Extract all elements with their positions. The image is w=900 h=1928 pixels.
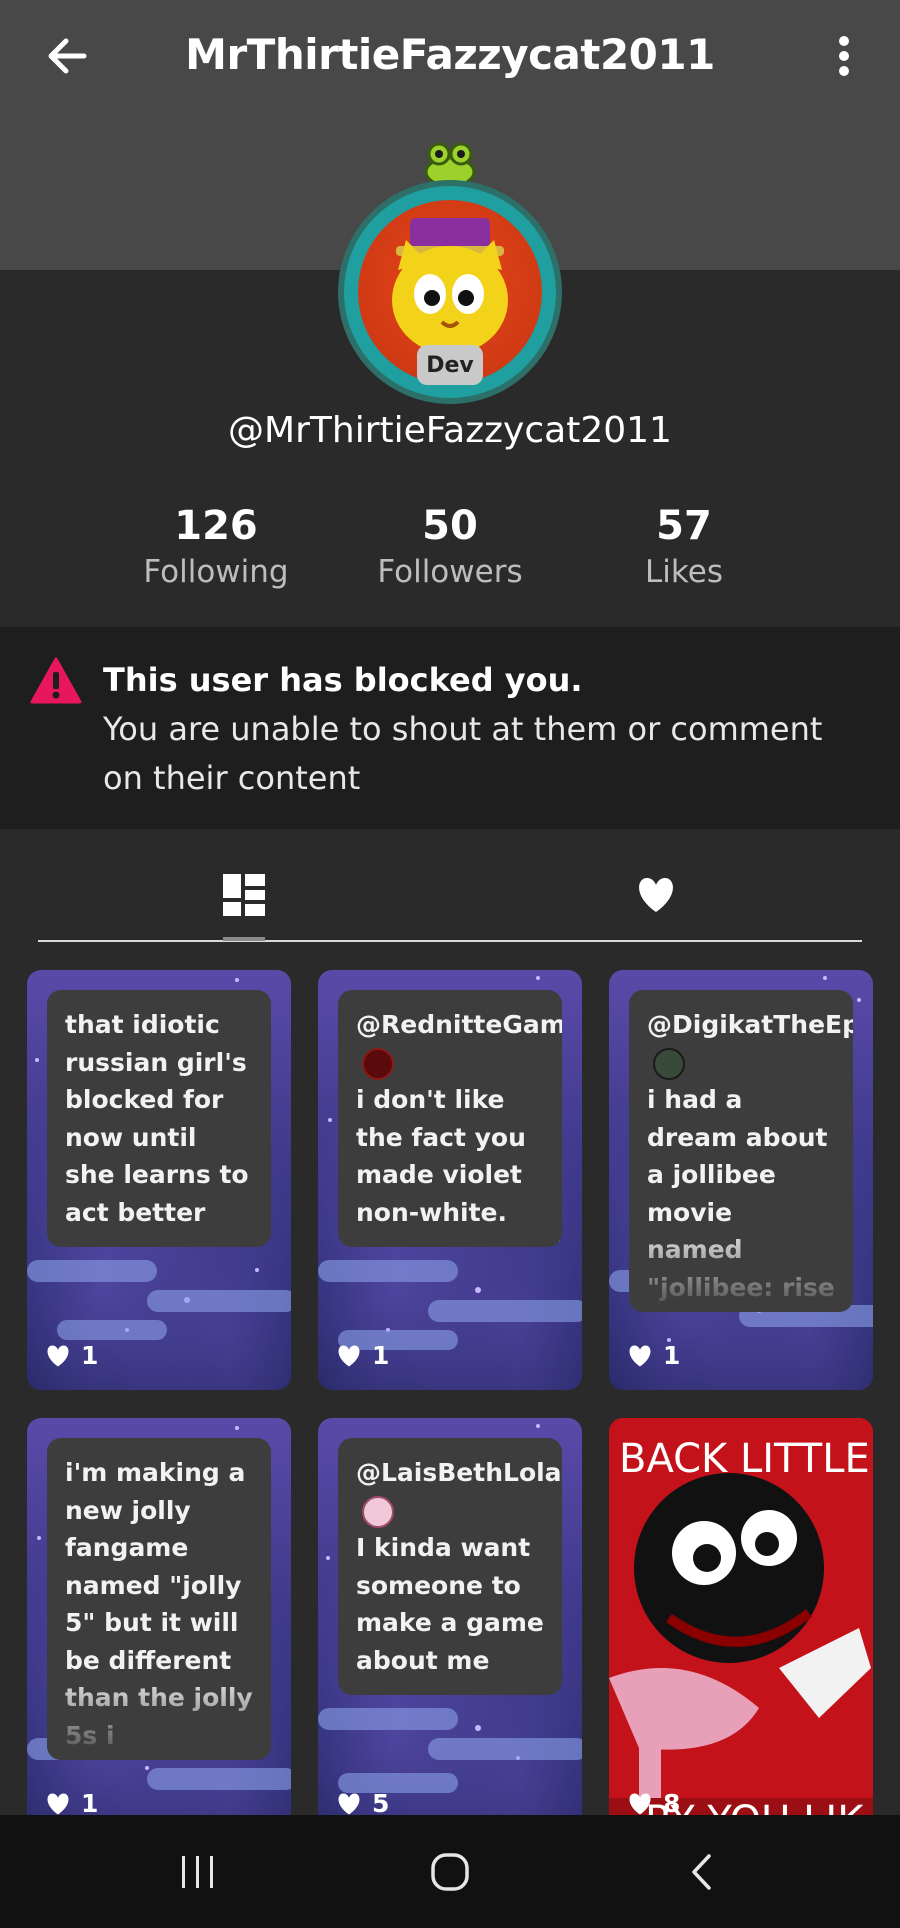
blocked-notice: This user has blocked you. You are unabl… — [0, 627, 900, 829]
post-text: @RednitteGamestop i don't like the fact … — [338, 990, 562, 1247]
post-mention[interactable]: @LaisBethLola2011 — [356, 1458, 562, 1487]
arrow-left-icon — [48, 38, 87, 74]
page-title: MrThirtieFazzycat2011 — [185, 30, 715, 79]
app-header: MrThirtieFazzycat2011 — [0, 0, 900, 120]
post-text: that idiotic russian girl's blocked for … — [47, 990, 271, 1247]
user-handle: @MrThirtieFazzycat2011 — [228, 410, 672, 451]
post-likes: 8 — [627, 1789, 680, 1815]
grid-icon — [223, 874, 265, 916]
heart-icon — [47, 1344, 69, 1367]
post-mention[interactable]: @RednitteGamestop — [356, 1010, 562, 1039]
recent-apps-button[interactable] — [138, 1815, 258, 1928]
stat-following[interactable]: 126 Following — [96, 500, 336, 590]
mention-avatar — [362, 1047, 394, 1080]
post-body: i'm making a new jolly fangame named "jo… — [65, 1458, 253, 1760]
dev-badge: Dev — [417, 345, 483, 385]
stat-likes-value: 57 — [656, 503, 712, 549]
post-body: i don't like the fact you made violet no… — [356, 1085, 526, 1227]
post-body: i had a dream about a jollibee movie nam… — [647, 1085, 835, 1312]
more-options-button[interactable] — [812, 24, 876, 88]
posts-grid: that idiotic russian girl's blocked for … — [27, 970, 873, 1815]
post-likes-count: 8 — [663, 1789, 681, 1815]
post-likes-count: 1 — [81, 1341, 99, 1370]
post-text: @DigikatTheEpic i had a dream about a jo… — [629, 990, 853, 1312]
heart-icon — [639, 878, 673, 912]
stat-followers[interactable]: 50 Followers — [330, 500, 570, 590]
mention-avatar — [362, 1495, 394, 1528]
home-icon — [431, 1852, 469, 1891]
post-likes: 1 — [45, 1341, 98, 1370]
post-text: @LaisBethLola2011 I kinda want someone t… — [338, 1438, 562, 1695]
heart-icon — [629, 1792, 651, 1815]
avatar[interactable]: Dev — [335, 140, 565, 404]
heart-icon — [338, 1344, 360, 1367]
back-nav-button[interactable] — [642, 1815, 762, 1928]
more-vertical-icon — [839, 36, 849, 76]
post-body: I kinda want someone to make a game abou… — [356, 1533, 544, 1675]
profile-stats: 126 Following 50 Followers 57 Likes — [0, 500, 900, 610]
post-likes-count: 1 — [663, 1341, 681, 1370]
heart-icon — [629, 1344, 651, 1367]
content-tabs — [38, 850, 862, 942]
stat-likes[interactable]: 57 Likes — [564, 500, 804, 590]
post-mention[interactable]: @DigikatTheEpic — [647, 1010, 853, 1039]
post-likes-count: 1 — [372, 1341, 390, 1370]
back-button[interactable] — [34, 24, 98, 88]
post-text: i'm making a new jolly fangame named "jo… — [47, 1438, 271, 1760]
post-likes: 1 — [45, 1789, 98, 1815]
post-likes: 5 — [336, 1789, 389, 1815]
blocked-title: This user has blocked you. — [103, 661, 583, 699]
post-card[interactable]: that idiotic russian girl's blocked for … — [27, 970, 291, 1390]
system-nav-bar — [0, 1815, 900, 1928]
stat-followers-label: Followers — [377, 554, 523, 590]
home-button[interactable] — [390, 1815, 510, 1928]
stat-following-label: Following — [143, 554, 289, 590]
stat-likes-label: Likes — [645, 554, 723, 590]
post-likes: 1 — [627, 1341, 680, 1370]
post-card[interactable]: @RednitteGamestop i don't like the fact … — [318, 970, 582, 1390]
warning-icon — [30, 657, 82, 704]
post-likes-count: 5 — [372, 1789, 390, 1815]
post-card[interactable]: @DigikatTheEpic i had a dream about a jo… — [609, 970, 873, 1390]
stat-followers-value: 50 — [422, 503, 478, 549]
heart-icon — [338, 1792, 360, 1815]
tab-selected-indicator — [223, 937, 265, 941]
tab-liked[interactable] — [556, 850, 756, 940]
blocked-message: You are unable to shout at them or comme… — [103, 710, 823, 797]
mention-avatar — [653, 1047, 685, 1080]
post-card-image[interactable]: BACK LITTLE RY YOU LIK 8 — [609, 1418, 873, 1815]
tab-posts[interactable] — [144, 850, 344, 940]
image-caption-top: BACK LITTLE — [619, 1436, 870, 1482]
post-card[interactable]: i'm making a new jolly fangame named "jo… — [27, 1418, 291, 1815]
post-likes: 1 — [336, 1341, 389, 1370]
recent-apps-icon — [182, 1855, 213, 1888]
heart-icon — [47, 1792, 69, 1815]
stat-following-value: 126 — [174, 503, 258, 549]
post-body: that idiotic russian girl's blocked for … — [65, 1010, 249, 1227]
post-card[interactable]: @LaisBethLola2011 I kinda want someone t… — [318, 1418, 582, 1815]
chevron-left-icon — [692, 1853, 711, 1890]
post-likes-count: 1 — [81, 1789, 99, 1815]
